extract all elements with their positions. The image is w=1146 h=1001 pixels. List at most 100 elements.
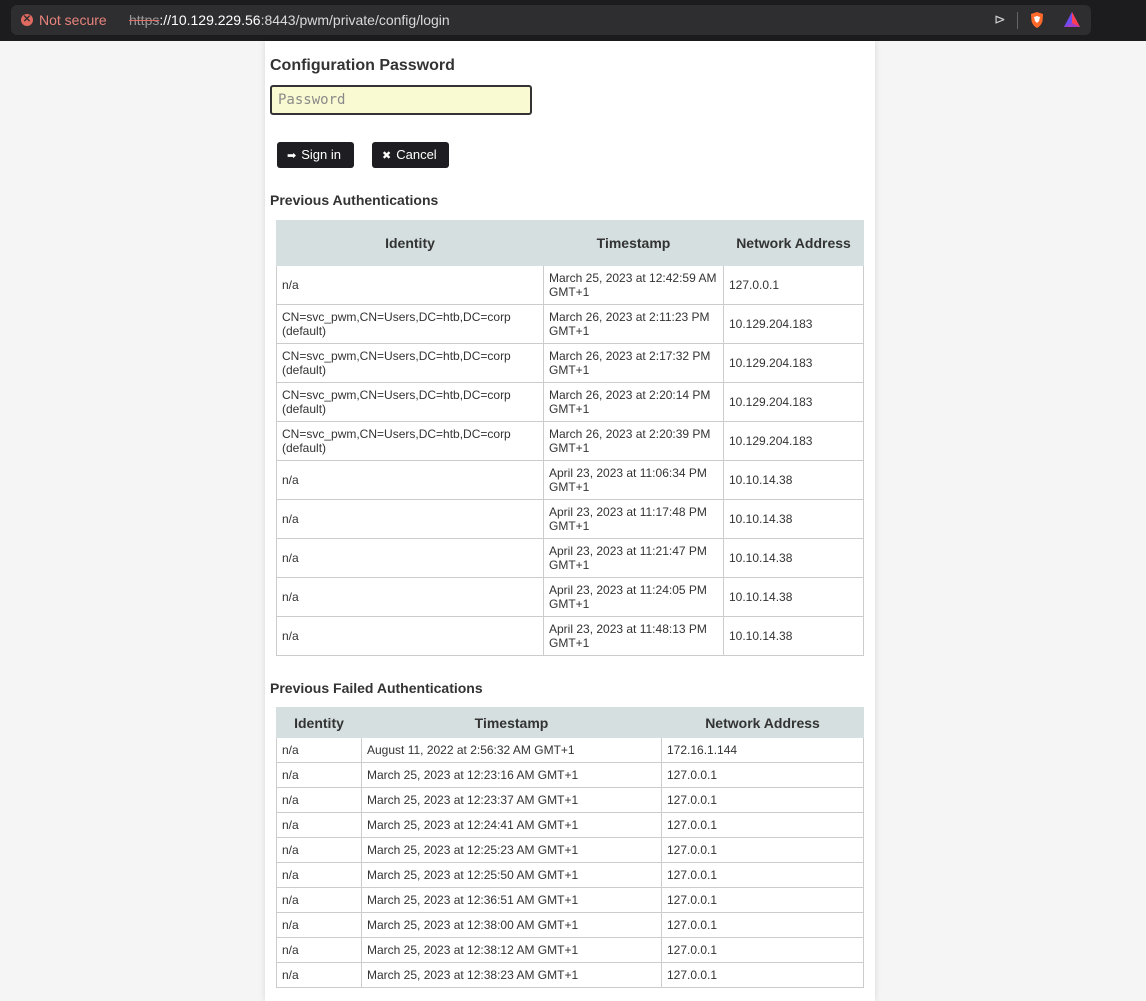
network-address-cell: 127.0.0.1 [661,962,864,988]
network-address-cell: 10.10.14.38 [723,538,864,578]
address-bar[interactable]: ✕ Not secure https://10.129.229.56:8443/… [11,5,1091,35]
browser-toolbar: ✕ Not secure https://10.129.229.56:8443/… [0,0,1146,41]
failed-auth-table: Identity Timestamp Network Address n/a Au… [276,707,864,988]
timestamp-cell: March 26, 2023 at 2:20:39 PM GMT+1 [543,421,724,461]
previous-auth-table: Identity Timestamp Network Address n/a Ma… [276,220,864,656]
table-row: n/a April 23, 2023 at 11:48:13 PM GMT+1 10… [276,616,864,656]
network-address-cell: 172.16.1.144 [661,737,864,763]
table-row: n/a March 25, 2023 at 12:38:12 AM GMT+1 12… [276,937,864,963]
cancel-button[interactable]: ✖ Cancel [372,142,449,168]
network-address-cell: 10.129.204.183 [723,343,864,383]
network-address-cell: 10.10.14.38 [723,499,864,539]
cancel-icon: ✖ [382,150,392,162]
failed-auth-rows: n/a August 11, 2022 at 2:56:32 AM GMT+1 17… [276,737,864,988]
timestamp-cell: March 25, 2023 at 12:24:41 AM GMT+1 [361,812,662,838]
identity-cell: n/a [276,460,544,500]
network-address-cell: 10.129.204.183 [723,304,864,344]
timestamp-cell: March 26, 2023 at 2:17:32 PM GMT+1 [543,343,724,383]
table-row: CN=svc_pwm,CN=Users,DC=htb,DC=corp (defa… [276,421,864,461]
network-address-cell: 127.0.0.1 [661,912,864,938]
table-row: n/a March 25, 2023 at 12:23:37 AM GMT+1 12… [276,787,864,813]
table-row: n/a March 25, 2023 at 12:24:41 AM GMT+1 12… [276,812,864,838]
identity-cell: n/a [276,737,362,763]
identity-cell: n/a [276,499,544,539]
network-address-cell: 10.10.14.38 [723,460,864,500]
column-header-timestamp: Timestamp [543,220,724,266]
url-path: :8443/pwm/private/config/login [260,12,450,28]
identity-cell: n/a [276,577,544,617]
table-row: n/a March 25, 2023 at 12:38:00 AM GMT+1 12… [276,912,864,938]
url-scheme: https [129,12,160,28]
timestamp-cell: March 25, 2023 at 12:38:00 AM GMT+1 [361,912,662,938]
table-row: CN=svc_pwm,CN=Users,DC=htb,DC=corp (defa… [276,343,864,383]
identity-cell: n/a [276,887,362,913]
identity-cell: n/a [276,812,362,838]
table-row: n/a March 25, 2023 at 12:25:23 AM GMT+1 12… [276,837,864,863]
identity-cell: n/a [276,862,362,888]
table-header-row: Identity Timestamp Network Address [276,220,864,266]
table-row: CN=svc_pwm,CN=Users,DC=htb,DC=corp (defa… [276,382,864,422]
config-password-heading: Configuration Password [270,57,455,74]
network-address-cell: 127.0.0.1 [661,837,864,863]
table-row: n/a August 11, 2022 at 2:56:32 AM GMT+1 17… [276,737,864,763]
security-label[interactable]: Not secure [39,12,107,28]
network-address-cell: 10.10.14.38 [723,616,864,656]
network-address-cell: 10.129.204.183 [723,421,864,461]
identity-cell: CN=svc_pwm,CN=Users,DC=htb,DC=corp (defa… [276,343,544,383]
timestamp-cell: April 23, 2023 at 11:24:05 PM GMT+1 [543,577,724,617]
table-row: n/a April 23, 2023 at 11:06:34 PM GMT+1 10… [276,460,864,500]
signin-icon: ➡ [287,150,297,162]
timestamp-cell: March 25, 2023 at 12:36:51 AM GMT+1 [361,887,662,913]
identity-cell: n/a [276,912,362,938]
share-icon[interactable]: ⊳ [994,11,1006,28]
brave-rewards-icon[interactable] [1063,11,1081,29]
identity-cell: CN=svc_pwm,CN=Users,DC=htb,DC=corp (defa… [276,382,544,422]
signin-button[interactable]: ➡ Sign in [277,142,354,168]
timestamp-cell: April 23, 2023 at 11:17:48 PM GMT+1 [543,499,724,539]
table-row: n/a March 25, 2023 at 12:25:50 AM GMT+1 12… [276,862,864,888]
previous-auth-rows: n/a March 25, 2023 at 12:42:59 AM GMT+1 12… [276,265,864,656]
identity-cell: n/a [276,616,544,656]
timestamp-cell: April 23, 2023 at 11:48:13 PM GMT+1 [543,616,724,656]
column-header-identity: Identity [276,707,362,738]
network-address-cell: 10.129.204.183 [723,382,864,422]
network-address-cell: 127.0.0.1 [723,265,864,305]
network-address-cell: 127.0.0.1 [661,762,864,788]
table-row: n/a March 25, 2023 at 12:23:16 AM GMT+1 12… [276,762,864,788]
identity-cell: CN=svc_pwm,CN=Users,DC=htb,DC=corp (defa… [276,421,544,461]
table-row: n/a March 25, 2023 at 12:42:59 AM GMT+1 12… [276,265,864,305]
timestamp-cell: March 25, 2023 at 12:38:23 AM GMT+1 [361,962,662,988]
identity-cell: n/a [276,787,362,813]
password-input[interactable] [270,85,532,115]
network-address-cell: 127.0.0.1 [661,887,864,913]
table-row: n/a March 25, 2023 at 12:36:51 AM GMT+1 12… [276,887,864,913]
timestamp-cell: March 26, 2023 at 2:11:23 PM GMT+1 [543,304,724,344]
table-row: n/a March 25, 2023 at 12:38:23 AM GMT+1 12… [276,962,864,988]
timestamp-cell: March 25, 2023 at 12:25:23 AM GMT+1 [361,837,662,863]
identity-cell: n/a [276,538,544,578]
identity-cell: CN=svc_pwm,CN=Users,DC=htb,DC=corp (defa… [276,304,544,344]
signin-label: Sign in [301,147,341,162]
table-row: n/a April 23, 2023 at 11:24:05 PM GMT+1 10… [276,577,864,617]
previous-auth-heading: Previous Authentications [270,192,439,208]
identity-cell: n/a [276,962,362,988]
url-text[interactable]: https://10.129.229.56:8443/pwm/private/c… [129,12,450,28]
toolbar-divider [1017,12,1018,29]
identity-cell: n/a [276,762,362,788]
brave-shields-icon[interactable] [1029,11,1045,29]
column-header-identity: Identity [276,220,544,266]
config-login-panel: Configuration Password ➡ Sign in ✖ Cancel … [265,41,875,1001]
network-address-cell: 127.0.0.1 [661,937,864,963]
not-secure-icon[interactable]: ✕ [21,14,33,26]
table-row: n/a April 23, 2023 at 11:17:48 PM GMT+1 10… [276,499,864,539]
column-header-network-address: Network Address [661,707,864,738]
timestamp-cell: March 25, 2023 at 12:42:59 AM GMT+1 [543,265,724,305]
timestamp-cell: March 26, 2023 at 2:20:14 PM GMT+1 [543,382,724,422]
timestamp-cell: March 25, 2023 at 12:25:50 AM GMT+1 [361,862,662,888]
timestamp-cell: August 11, 2022 at 2:56:32 AM GMT+1 [361,737,662,763]
column-header-timestamp: Timestamp [361,707,662,738]
column-header-network-address: Network Address [723,220,864,266]
network-address-cell: 10.10.14.38 [723,577,864,617]
timestamp-cell: March 25, 2023 at 12:23:37 AM GMT+1 [361,787,662,813]
network-address-cell: 127.0.0.1 [661,787,864,813]
